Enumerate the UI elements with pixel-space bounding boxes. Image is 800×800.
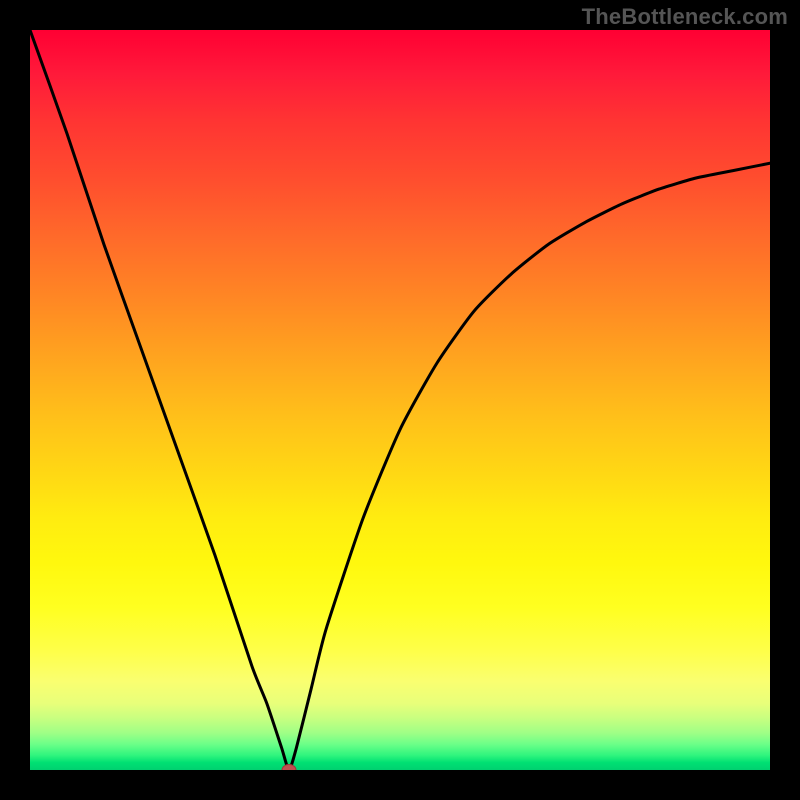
plot-area: [30, 30, 770, 770]
chart-frame: TheBottleneck.com: [0, 0, 800, 800]
optimal-point-marker: [282, 765, 296, 771]
watermark-text: TheBottleneck.com: [582, 4, 788, 30]
curve-svg: [30, 30, 770, 770]
bottleneck-curve-path: [30, 30, 770, 770]
